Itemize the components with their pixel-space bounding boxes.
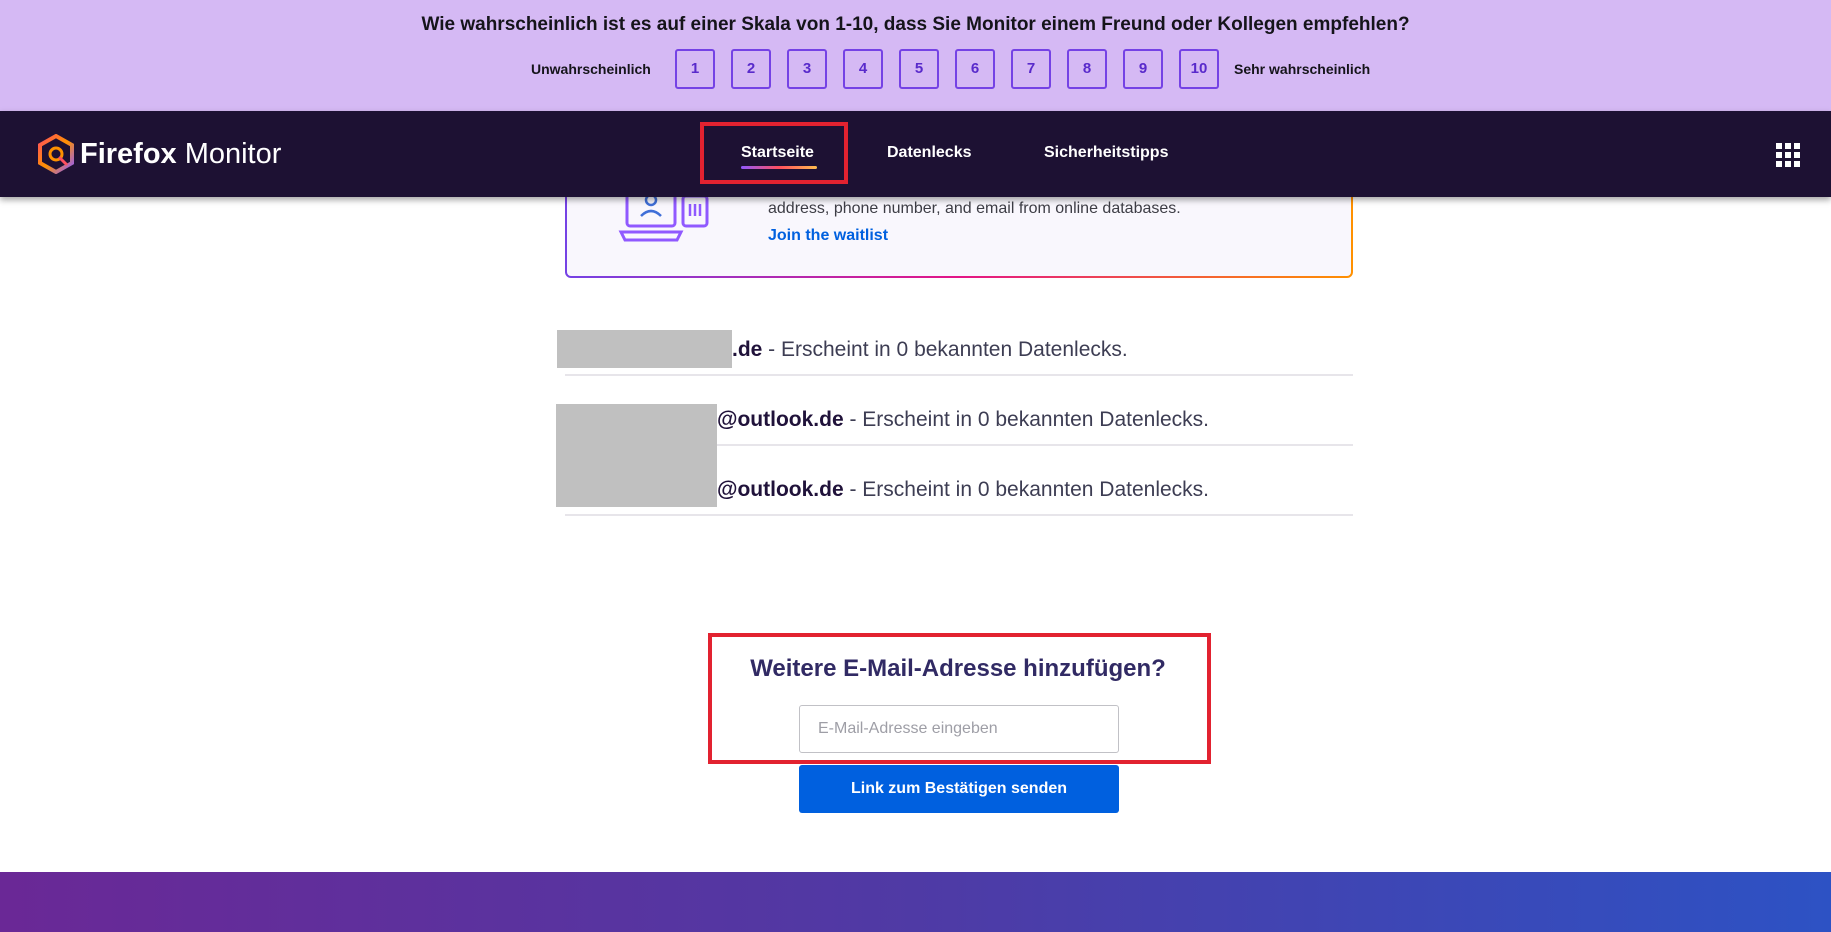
firefox-monitor-logo[interactable]: Firefox Monitor	[36, 133, 281, 175]
email-status: - Erscheint in 0 bekannten Datenlecks.	[762, 338, 1128, 361]
grid-icon[interactable]	[1776, 143, 1800, 167]
firefox-monitor-logo-icon	[38, 134, 74, 174]
email-domain: @outlook.de	[717, 478, 844, 501]
email-domain: .de	[732, 338, 763, 361]
send-confirmation-link-button[interactable]: Link zum Bestätigen senden	[799, 765, 1119, 813]
survey-low-label: Unwahrscheinlich	[531, 61, 651, 77]
score-button-7[interactable]: 7	[1011, 49, 1051, 89]
score-button-6[interactable]: 6	[955, 49, 995, 89]
survey-banner: Wie wahrscheinlich ist es auf einer Skal…	[0, 0, 1831, 111]
survey-question: Wie wahrscheinlich ist es auf einer Skal…	[421, 14, 1410, 35]
score-button-10[interactable]: 10	[1179, 49, 1219, 89]
logo-firefox-text: Firefox	[80, 137, 177, 170]
survey-high-label: Sehr wahrscheinlich	[1234, 61, 1371, 77]
highlight-box-nav	[700, 122, 848, 184]
footer-band	[0, 872, 1831, 932]
email-domain: @outlook.de	[717, 408, 844, 431]
email-status: - Erscheint in 0 bekannten Datenlecks.	[843, 478, 1210, 501]
join-waitlist-link[interactable]: Join the waitlist	[768, 227, 888, 245]
email-status: - Erscheint in 0 bekannten Datenlecks.	[843, 408, 1210, 431]
score-button-9[interactable]: 9	[1123, 49, 1163, 89]
nav-datenlecks[interactable]: Datenlecks	[887, 144, 972, 162]
highlight-box-form	[708, 633, 1211, 764]
nav-sicherheitstipps[interactable]: Sicherheitstipps	[1044, 144, 1168, 162]
redacted-email-local-part	[557, 330, 732, 368]
redacted-email-local-part	[556, 404, 717, 507]
score-button-2[interactable]: 2	[731, 49, 771, 89]
score-button-3[interactable]: 3	[787, 49, 827, 89]
survey-score-row: Unwahrscheinlich 1 2 3 4 5 6 7 8 9 10 Se…	[0, 49, 1831, 89]
score-button-8[interactable]: 8	[1067, 49, 1107, 89]
score-button-4[interactable]: 4	[843, 49, 883, 89]
score-button-1[interactable]: 1	[675, 49, 715, 89]
score-button-5[interactable]: 5	[899, 49, 939, 89]
logo-monitor-text: Monitor	[184, 137, 282, 170]
site-header: Firefox Monitor Startseite Datenlecks Si…	[0, 111, 1831, 197]
promo-description: address, phone number, and email from on…	[768, 200, 1181, 217]
